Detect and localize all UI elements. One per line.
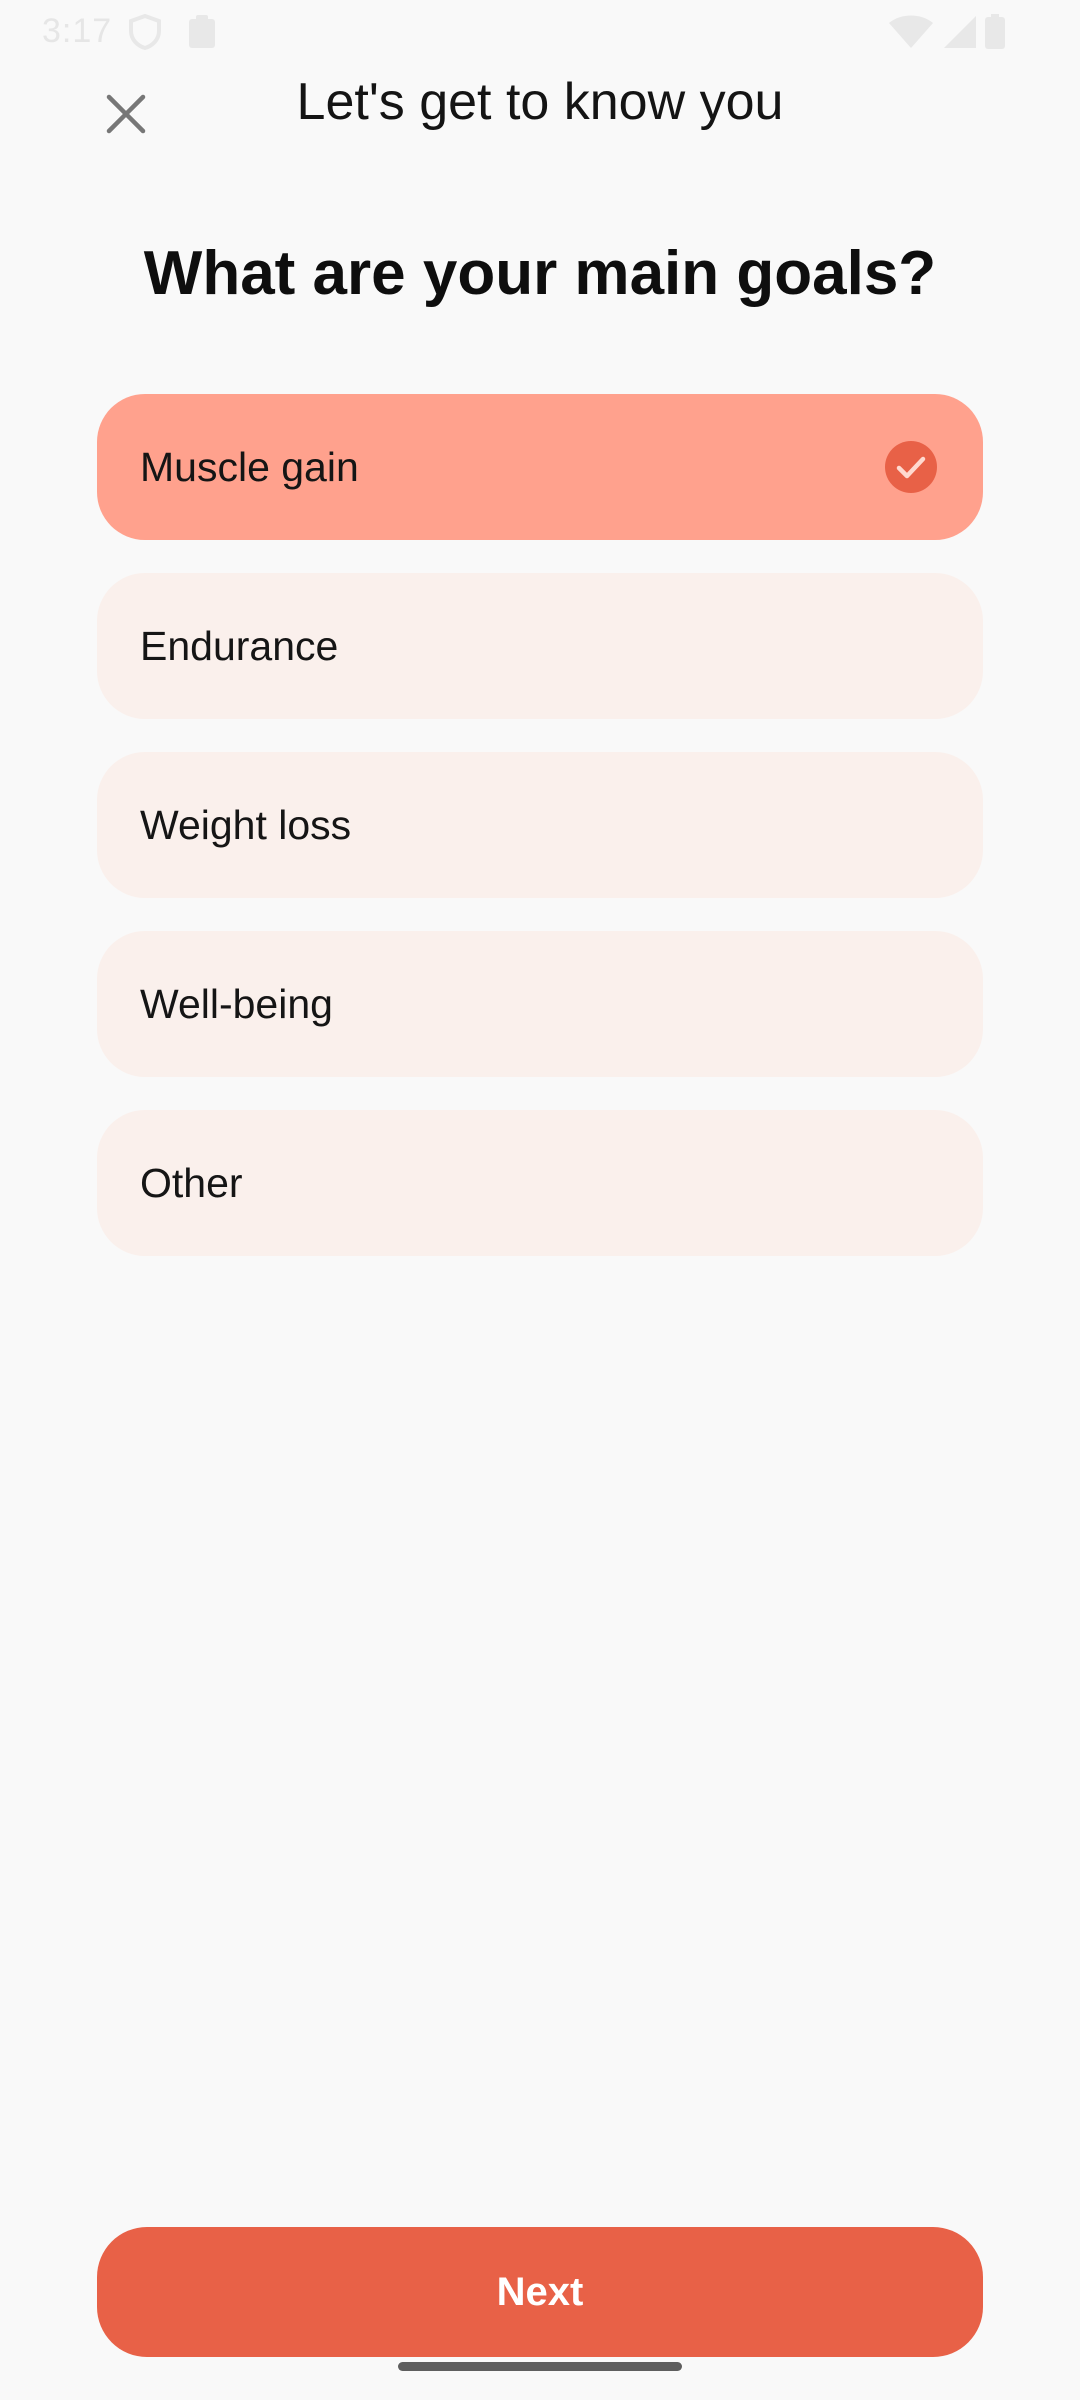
goal-options-list: Muscle gain Endurance Weight loss Well-b… — [97, 394, 983, 1289]
option-endurance[interactable]: Endurance — [97, 573, 983, 719]
app-header: Let's get to know you — [0, 60, 1080, 150]
home-indicator[interactable] — [398, 2362, 682, 2371]
option-other[interactable]: Other — [97, 1110, 983, 1256]
clipboard-icon — [186, 14, 218, 55]
header-title: Let's get to know you — [296, 73, 784, 131]
option-well-being[interactable]: Well-being — [97, 931, 983, 1077]
option-label: Well-being — [140, 980, 333, 1027]
wifi-icon — [888, 14, 934, 55]
option-muscle-gain[interactable]: Muscle gain — [97, 394, 983, 540]
status-time: 3:17 — [42, 12, 113, 50]
option-label: Weight loss — [140, 801, 352, 848]
option-weight-loss[interactable]: Weight loss — [97, 752, 983, 898]
option-label: Endurance — [140, 622, 339, 669]
checkmark-icon — [885, 441, 937, 493]
battery-icon — [984, 14, 1006, 55]
option-label: Muscle gain — [140, 443, 359, 490]
question-heading: What are your main goals? — [143, 239, 937, 308]
option-label: Other — [140, 1159, 243, 1206]
signal-icon — [942, 14, 978, 55]
shield-icon — [128, 13, 162, 55]
next-button[interactable]: Next — [97, 2227, 983, 2357]
status-bar: 3:17 — [0, 0, 1080, 64]
